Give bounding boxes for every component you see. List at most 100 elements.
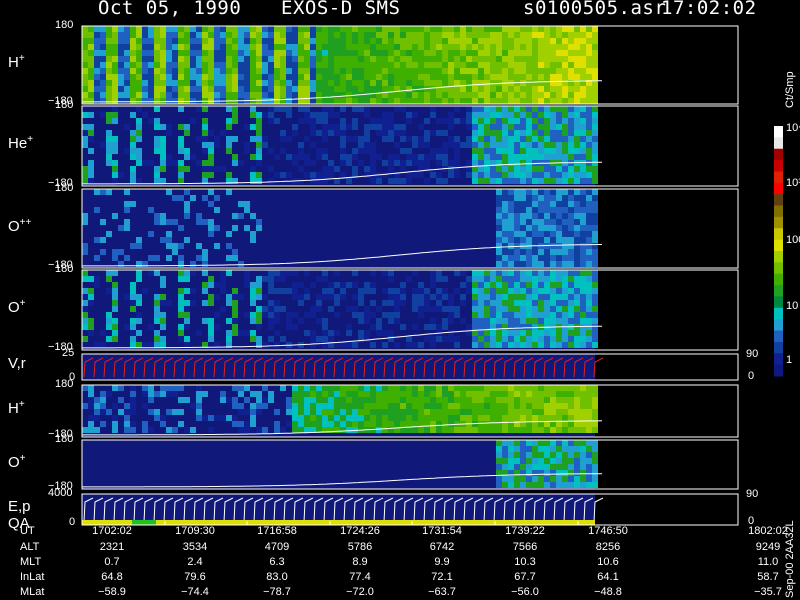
ephemeris-value: 67.7 (514, 571, 536, 583)
heatmap-cell (544, 86, 550, 92)
heatmap-cell (112, 44, 118, 50)
heatmap-cell (184, 26, 190, 32)
heatmap-cell (412, 44, 418, 50)
heatmap-cell (124, 50, 130, 56)
heatmap-cell (418, 312, 424, 318)
heatmap-cell (94, 44, 100, 50)
heatmap-cell (322, 276, 328, 282)
heatmap-cell (550, 213, 556, 219)
heatmap-cell (574, 342, 580, 348)
heatmap-cell (148, 255, 154, 261)
heatmap-cell (244, 26, 250, 32)
spectrogram-panels (81, 25, 783, 526)
heatmap-cell (406, 409, 412, 415)
heatmap-cell (160, 300, 166, 306)
heatmap-cell (160, 160, 166, 166)
heatmap-cell (112, 427, 118, 433)
heatmap-cell (358, 300, 364, 306)
heatmap-cell (322, 56, 328, 62)
heatmap-cell (304, 50, 310, 56)
heatmap-cell (82, 385, 88, 391)
heatmap-cell (394, 26, 400, 32)
heatmap-cell (232, 318, 238, 324)
heatmap-cell (142, 80, 148, 86)
heatmap-cell (472, 130, 478, 136)
colorbar-segment (774, 126, 783, 138)
heatmap-cell (520, 44, 526, 50)
heatmap-cell (154, 68, 160, 74)
heatmap-cell (400, 136, 406, 142)
heatmap-cell (568, 38, 574, 44)
heatmap-cell (370, 62, 376, 68)
heatmap-cell (532, 482, 538, 488)
heatmap-cell (292, 130, 298, 136)
heatmap-cell (166, 385, 172, 391)
heatmap-cell (370, 391, 376, 397)
heatmap-cell (574, 148, 580, 154)
heatmap-cell (220, 306, 226, 312)
heatmap-cell (496, 166, 502, 172)
panel-6 (81, 384, 739, 438)
heatmap-cell (112, 50, 118, 56)
heatmap-cell (118, 80, 124, 86)
heatmap-cell (112, 270, 118, 276)
heatmap-cell (430, 50, 436, 56)
heatmap-cell (400, 130, 406, 136)
heatmap-cell (454, 98, 460, 104)
heatmap-cell (586, 201, 592, 207)
heatmap-cell (406, 415, 412, 421)
heatmap-cell (526, 282, 532, 288)
heatmap-cell (208, 330, 214, 336)
heatmap-cell (238, 32, 244, 38)
heatmap-cell (562, 270, 568, 276)
heatmap-cell (574, 288, 580, 294)
heatmap-cell (526, 476, 532, 482)
heatmap-cell (82, 44, 88, 50)
heatmap-cell (508, 300, 514, 306)
heatmap-cell (580, 342, 586, 348)
y-tick-min: 0 (69, 516, 76, 528)
heatmap-cell (268, 391, 274, 397)
heatmap-cell (232, 306, 238, 312)
heatmap-cell (532, 201, 538, 207)
heatmap-cell (256, 38, 262, 44)
heatmap-cell (94, 237, 100, 243)
heatmap-cell (406, 403, 412, 409)
heatmap-cell (580, 294, 586, 300)
heatmap-cell (508, 342, 514, 348)
heatmap-cell (490, 86, 496, 92)
heatmap-cell (112, 213, 118, 219)
heatmap-cell (154, 50, 160, 56)
heatmap-cell (172, 92, 178, 98)
heatmap-cell (346, 124, 352, 130)
heatmap-cell (520, 324, 526, 330)
heatmap-cell (586, 86, 592, 92)
heatmap-cell (436, 288, 442, 294)
heatmap-cell (544, 255, 550, 261)
heatmap-cell (316, 32, 322, 38)
heatmap-cell (400, 62, 406, 68)
heatmap-cell (412, 270, 418, 276)
panel-label-sup: + (18, 53, 25, 64)
heatmap-cell (556, 136, 562, 142)
heatmap-cell (172, 385, 178, 391)
heatmap-cell (574, 189, 580, 195)
heatmap-cell (520, 294, 526, 300)
heatmap-cell (430, 409, 436, 415)
heatmap-cell (460, 427, 466, 433)
heatmap-cell (526, 166, 532, 172)
heatmap-cell (208, 26, 214, 32)
heatmap-cell (502, 166, 508, 172)
heatmap-cell (592, 237, 598, 243)
heatmap-cell (82, 270, 88, 276)
heatmap-cell (406, 86, 412, 92)
heatmap-cell (298, 142, 304, 148)
heatmap-cell (190, 44, 196, 50)
heatmap-cell (586, 409, 592, 415)
heatmap-cell (454, 154, 460, 160)
heatmap-cell (400, 38, 406, 44)
heatmap-cell (442, 98, 448, 104)
heatmap-cell (502, 306, 508, 312)
heatmap-cell (574, 86, 580, 92)
colorbar-segment (774, 319, 783, 332)
